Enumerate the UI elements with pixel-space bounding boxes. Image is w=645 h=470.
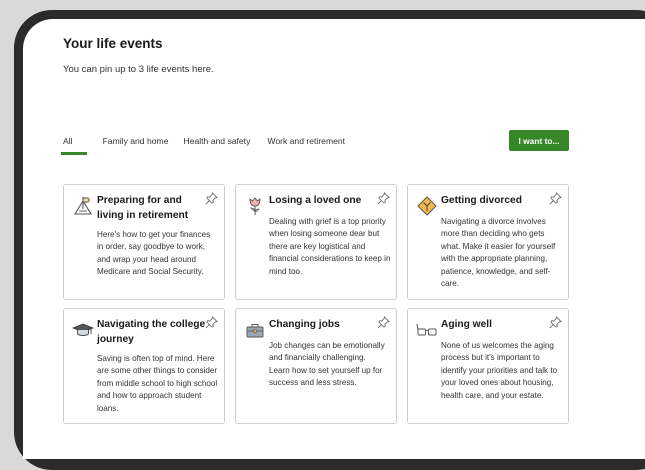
page-title: Your life events	[63, 36, 163, 51]
card-title: Navigating the college journey	[97, 319, 206, 345]
life-event-card-retirement[interactable]: Preparing for and living in retirement H…	[63, 184, 225, 300]
life-event-card-loss[interactable]: Losing a loved one Dealing with grief is…	[235, 184, 397, 300]
filter-tabs: All Family and home Health and safety Wo…	[61, 136, 345, 155]
card-title: Changing jobs	[269, 319, 340, 330]
page-subtitle: You can pin up to 3 life events here.	[63, 64, 214, 75]
card-description: Here's how to get your finances in order…	[97, 230, 211, 277]
card-title: Aging well	[441, 319, 492, 330]
tab-health-and-safety[interactable]: Health and safety	[183, 136, 250, 155]
signpost-icon	[74, 197, 92, 215]
card-description: Navigating a divorce involves more than …	[441, 217, 556, 289]
card-title: Getting divorced	[441, 195, 522, 206]
i-want-to-button[interactable]: I want to...	[509, 130, 569, 151]
card-title: Losing a loved one	[269, 195, 362, 206]
card-title: Preparing for and living in retirement	[97, 195, 189, 221]
graduation-cap-icon	[72, 323, 94, 336]
card-description: Saving is often top of mind. Here are so…	[97, 354, 218, 413]
card-description: None of us welcomes the aging process bu…	[441, 341, 558, 400]
card-description: Job changes can be emotionally and finan…	[269, 341, 385, 388]
life-event-card-divorce[interactable]: Getting divorced Navigating a divorce in…	[407, 184, 569, 300]
tab-all[interactable]: All	[61, 136, 86, 155]
eyeglasses-icon	[416, 323, 437, 336]
tab-work-and-retirement[interactable]: Work and retirement	[267, 136, 345, 155]
life-event-card-college[interactable]: Navigating the college journey Saving is…	[63, 308, 225, 424]
tab-family-and-home[interactable]: Family and home	[103, 136, 169, 155]
life-event-card-changing-jobs[interactable]: Changing jobs Job changes can be emotion…	[235, 308, 397, 424]
flower-icon	[249, 197, 261, 215]
life-events-panel: Your life events You can pin up to 3 lif…	[23, 19, 645, 459]
card-description: Dealing with grief is a top priority whe…	[269, 217, 391, 276]
diverging-road-sign-icon	[417, 196, 437, 216]
briefcase-icon	[246, 324, 264, 338]
life-event-card-aging-well[interactable]: Aging well None of us welcomes the aging…	[407, 308, 569, 424]
